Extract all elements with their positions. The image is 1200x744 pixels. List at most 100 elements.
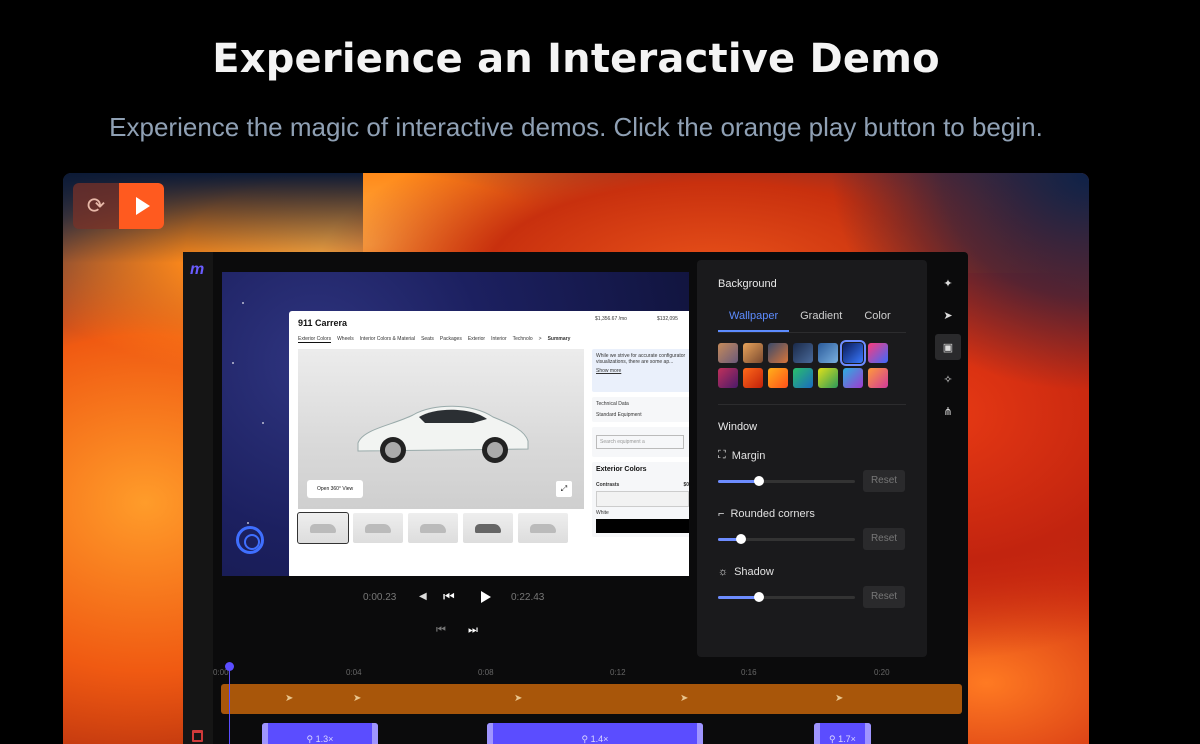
cursor-arrow-icon[interactable]: ➤	[935, 302, 961, 328]
image-icon[interactable]: ▣	[935, 334, 961, 360]
site-tab[interactable]: Technolo	[513, 336, 533, 343]
trash-icon[interactable]	[192, 730, 203, 742]
previous-frame-icon[interactable]: ⏮	[436, 624, 446, 637]
black-swatch[interactable]	[596, 519, 689, 533]
tool-rail: ✦ ➤ ▣ ✧ ⋔	[935, 270, 961, 430]
zoom-segment[interactable]: ⚲ 1.4×	[487, 723, 703, 744]
next-frame-icon[interactable]: ⏭	[468, 624, 478, 637]
exterior-colors-card: Exterior Colors Contrasts $0 White	[592, 462, 689, 537]
margin-reset-button[interactable]: Reset	[863, 470, 905, 492]
equipment-search-input[interactable]: Search equipment a	[596, 435, 684, 449]
shadow-reset-button[interactable]: Reset	[863, 586, 905, 608]
site-tab[interactable]: Seats	[421, 336, 434, 343]
margin-slider[interactable]	[718, 475, 855, 486]
zoom-segment[interactable]: ⚲ 1.7×	[814, 723, 871, 744]
timeline[interactable]: 0:00 0:04 0:08 0:12 0:16 0:20 ➤ ➤ ➤ ➤ ➤ …	[213, 662, 968, 744]
total-price: $132,095	[657, 316, 678, 322]
thumbnail[interactable]	[463, 513, 513, 543]
thumbnail[interactable]	[408, 513, 458, 543]
car-image: Open 360° View ⤢	[298, 349, 584, 509]
contrasts-label: Contrasts	[596, 482, 620, 488]
rounded-corner-icon: ⌐	[718, 508, 725, 520]
restart-button[interactable]: ⟳	[73, 183, 119, 229]
editor-sidebar: m	[183, 252, 213, 744]
timeline-tick: 0:04	[346, 668, 362, 677]
wallpaper-option[interactable]	[818, 368, 838, 388]
tab-gradient[interactable]: Gradient	[789, 310, 853, 332]
tab-wallpaper[interactable]: Wallpaper	[718, 310, 790, 332]
wallpaper-option[interactable]	[818, 343, 838, 363]
site-tab[interactable]: Packages	[440, 336, 462, 343]
wallpaper-option[interactable]	[768, 343, 788, 363]
thumbnail[interactable]	[353, 513, 403, 543]
site-tabs: Exterior Colors Wheels Interior Colors &…	[298, 336, 570, 343]
wallpaper-option[interactable]	[718, 368, 738, 388]
share-icon[interactable]: ⋔	[935, 398, 961, 424]
zoom-segment[interactable]: ⚲ 1.3×	[262, 723, 378, 744]
wallpaper-option[interactable]	[840, 340, 866, 366]
sparkles-icon[interactable]: ✦	[935, 270, 961, 296]
wallpaper-option[interactable]	[743, 343, 763, 363]
volume-icon[interactable]: ◀	[419, 591, 427, 602]
site-tab[interactable]: Exterior Colors	[298, 336, 332, 343]
white-swatch[interactable]	[596, 491, 689, 507]
site-tab[interactable]: Wheels	[337, 336, 354, 343]
settings-panel: Background Wallpaper Gradient Color Wind…	[697, 260, 927, 657]
wallpaper-option[interactable]	[743, 368, 763, 388]
thumbnail[interactable]	[297, 512, 349, 544]
open-360-button[interactable]: Open 360° View	[307, 480, 364, 498]
site-tab[interactable]: Interior	[491, 336, 507, 343]
cursor-event-icon[interactable]: ➤	[835, 693, 843, 704]
shadow-icon: ☼	[718, 566, 729, 578]
page-title: Experience an Interactive Demo	[212, 36, 940, 82]
site-tab[interactable]: >	[539, 336, 542, 343]
background-heading: Background	[718, 278, 777, 290]
standard-equipment-link[interactable]: Standard Equipment	[596, 412, 689, 418]
play-button[interactable]	[119, 183, 164, 229]
cursor-event-icon[interactable]: ➤	[514, 693, 522, 704]
cursor-track[interactable]: ➤ ➤ ➤ ➤ ➤	[221, 684, 962, 714]
show-more-link[interactable]: Show more	[596, 368, 689, 374]
wallpaper-option[interactable]	[793, 343, 813, 363]
wallpaper-option[interactable]	[868, 343, 888, 363]
info-note-text: While we strive for accurate configurato…	[596, 353, 686, 365]
timeline-tick: 0:12	[610, 668, 626, 677]
corners-reset-button[interactable]: Reset	[863, 528, 905, 550]
cursor-event-icon[interactable]: ➤	[353, 693, 361, 704]
site-tab[interactable]: Summary	[548, 336, 571, 343]
shadow-label: Shadow	[734, 566, 774, 578]
car-illustration	[357, 405, 529, 463]
wallpaper-option[interactable]	[793, 368, 813, 388]
rewind-icon[interactable]: ⏮	[443, 589, 455, 605]
cursor-event-icon[interactable]: ➤	[285, 693, 293, 704]
margin-label: Margin	[731, 449, 766, 462]
shadow-slider[interactable]	[718, 591, 855, 602]
website-preview: 911 Carrera $1,356.67 /mo $132,095 Exter…	[289, 311, 689, 576]
site-tab[interactable]: Exterior	[468, 336, 485, 343]
expand-icon[interactable]: ⤢	[556, 481, 572, 497]
info-note: While we strive for accurate configurato…	[592, 349, 689, 392]
search-icon: ⚲	[829, 734, 836, 744]
cursor-indicator	[236, 526, 264, 554]
thumbnail[interactable]	[518, 513, 568, 543]
technical-data-link[interactable]: Technical Data	[596, 401, 689, 407]
play-icon[interactable]	[481, 591, 491, 603]
cursor-event-icon[interactable]: ➤	[680, 693, 688, 704]
white-label: White	[596, 510, 609, 516]
contrasts-price: $0	[683, 482, 689, 488]
exterior-colors-title: Exterior Colors	[596, 466, 647, 473]
total-time: 0:22.43	[511, 592, 545, 603]
tab-color[interactable]: Color	[853, 310, 901, 332]
rounded-corners-slider[interactable]	[718, 533, 855, 544]
margin-icon: ⛶	[718, 449, 726, 461]
wallpaper-option[interactable]	[768, 368, 788, 388]
wallpaper-option[interactable]	[843, 368, 863, 388]
playhead-handle[interactable]	[225, 662, 234, 671]
wallpaper-option[interactable]	[718, 343, 738, 363]
site-tab[interactable]: Interior Colors & Material	[360, 336, 415, 343]
magic-wand-icon[interactable]: ✧	[935, 366, 961, 392]
preview-canvas[interactable]: 911 Carrera $1,356.67 /mo $132,095 Exter…	[222, 272, 689, 576]
wallpaper-option[interactable]	[868, 368, 888, 388]
rounded-corners-label: Rounded corners	[730, 508, 815, 520]
playhead-line	[229, 669, 230, 744]
